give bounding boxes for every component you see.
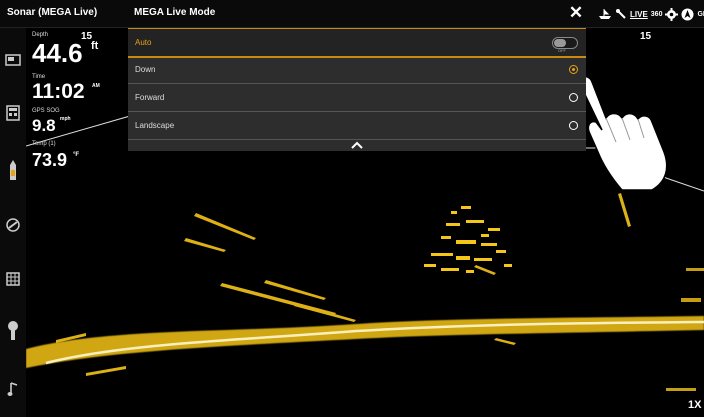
temp-label: Temp (1) <box>32 141 56 147</box>
hand-pointer-icon <box>577 75 668 191</box>
grid-icon[interactable] <box>4 270 22 288</box>
live-icon[interactable]: LIVE <box>630 10 648 19</box>
music-icon[interactable] <box>4 380 22 398</box>
forward-radio[interactable] <box>569 93 578 102</box>
gps-sog-unit: mph <box>60 116 71 122</box>
zoom-label[interactable]: 1X <box>688 399 701 411</box>
depth-unit: ft <box>91 40 99 52</box>
gps-icon[interactable]: GP <box>697 11 704 18</box>
gps-sog-value: 9.8 <box>32 116 56 135</box>
menu-item-landscape[interactable]: Landscape <box>128 112 586 140</box>
tool-icon[interactable] <box>615 8 627 20</box>
navigation-icon[interactable] <box>681 8 694 21</box>
range-label-right: 15 <box>640 31 652 42</box>
forward-label: Forward <box>135 93 165 102</box>
sidebar <box>0 28 26 417</box>
toggle-knob <box>554 39 566 47</box>
menu-item-down[interactable]: Down <box>128 56 586 84</box>
auto-label: Auto <box>135 38 152 47</box>
chevron-up-icon[interactable] <box>348 140 366 150</box>
app-title: Sonar (MEGA Live) <box>7 7 98 18</box>
360-icon[interactable]: 360 <box>651 11 663 18</box>
boat-icon[interactable] <box>598 7 612 21</box>
down-label: Down <box>135 65 156 74</box>
calculator-icon[interactable] <box>4 104 22 122</box>
status-bar: LIVE 360 GP <box>598 5 704 23</box>
time-value: 11:02 <box>32 80 85 103</box>
settings-icon[interactable] <box>665 7 679 21</box>
time-suffix: AM <box>92 83 100 89</box>
menu-title: MEGA Live Mode <box>134 7 216 18</box>
temp-unit: °F <box>73 152 80 158</box>
auto-toggle-state: OFF <box>558 48 566 53</box>
transducer-icon[interactable] <box>4 321 22 340</box>
depth-value: 44.6 <box>32 38 83 68</box>
temp-value: 73.9 <box>32 150 68 170</box>
landscape-label: Landscape <box>135 121 175 130</box>
boat-view-icon[interactable] <box>4 160 22 180</box>
gps-sog-label: GPS SOG <box>32 108 60 114</box>
title-bar: Sonar (MEGA Live) MEGA Live Mode ✕ LIVE … <box>0 0 704 28</box>
menu-item-forward[interactable]: Forward <box>128 84 586 112</box>
menu-item-auto[interactable]: Auto OFF <box>128 28 586 58</box>
close-button[interactable]: ✕ <box>567 3 585 23</box>
chart-icon[interactable] <box>4 51 22 69</box>
mega-live-mode-menu: Auto OFF Down Forward Landscape <box>128 28 586 151</box>
down-radio[interactable] <box>569 65 578 74</box>
landscape-radio[interactable] <box>569 121 578 130</box>
satellite-icon[interactable] <box>4 216 22 234</box>
